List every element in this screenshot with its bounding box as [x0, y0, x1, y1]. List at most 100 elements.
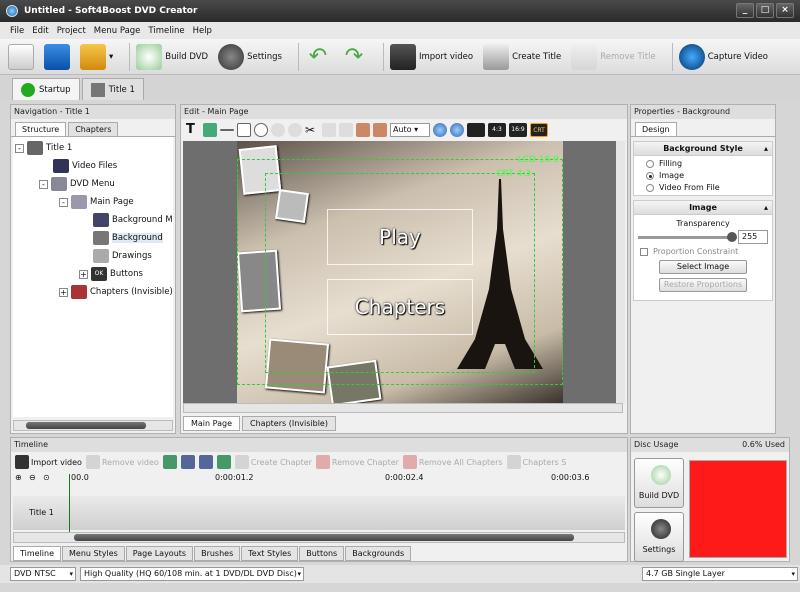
zoom-select[interactable]: Auto ▾ [390, 123, 430, 137]
transparency-value[interactable]: 255 [738, 230, 768, 244]
timeline-track[interactable]: Title 1 [13, 474, 625, 532]
timeline-ruler[interactable]: ⊕ ⊖ ⊙ 00.0 0:00:01.2 0:00:02.4 0:00:03.6 [15, 473, 623, 489]
video-format-select[interactable]: DVD NTSC ▾ [10, 567, 76, 581]
tab-design[interactable]: Design [635, 122, 677, 136]
tab-brushes[interactable]: Brushes [194, 546, 241, 561]
disc-type-select[interactable]: 4.7 GB Single Layer ▾ [642, 567, 798, 581]
menu-project[interactable]: Project [57, 26, 86, 36]
menu-edit[interactable]: Edit [32, 26, 48, 36]
image-section[interactable]: Image ▴ [634, 201, 772, 215]
scrollbar-thumb[interactable] [26, 422, 146, 429]
send-backward-icon[interactable] [373, 123, 387, 137]
tree-node-chapters-invisible[interactable]: + Chapters (Invisible) [59, 285, 173, 299]
menu-file[interactable]: File [10, 26, 24, 36]
timeline-remove-video-button[interactable]: Remove video [85, 455, 159, 469]
tree-node-dvd-menu[interactable]: - DVD Menu [39, 177, 115, 191]
expand-icon[interactable]: + [59, 287, 68, 297]
tree-node-title-1[interactable]: - Title 1 [15, 141, 72, 155]
collapse-caret-icon[interactable]: ▴ [764, 142, 768, 156]
maximize-button[interactable]: □ [756, 3, 774, 18]
menu-menu-page[interactable]: Menu Page [94, 26, 141, 36]
menu-background-image[interactable]: LCD 16:9 CRT 4:3 Play Chapters [237, 141, 563, 403]
select-image-button[interactable]: Select Image [659, 260, 747, 274]
bring-forward-icon[interactable] [356, 123, 370, 137]
chapters-settings-button[interactable]: Chapters S [506, 455, 566, 469]
zoom-fit-icon[interactable]: ⊙ [43, 473, 50, 482]
radio-filling[interactable]: Filling [646, 159, 772, 168]
collapse-icon[interactable]: - [15, 143, 24, 153]
line-tool-icon[interactable] [220, 129, 234, 131]
playhead[interactable] [69, 474, 70, 532]
save-project-button[interactable] [44, 43, 70, 70]
zoom-in-icon[interactable] [433, 123, 447, 137]
restore-proportions-button[interactable]: Restore Proportions [659, 278, 747, 292]
tree-node-background[interactable]: Background [93, 231, 163, 245]
tree-node-buttons[interactable]: + OK Buttons [79, 267, 143, 281]
tree-horizontal-scrollbar[interactable] [13, 420, 173, 431]
tree-node-video-files[interactable]: Video Files [53, 159, 117, 173]
safe-area-toggle-icon[interactable] [467, 123, 485, 137]
paste-icon[interactable] [339, 123, 353, 137]
transparency-slider[interactable] [638, 231, 737, 242]
quality-select[interactable]: High Quality (HQ 60/108 min. at 1 DVD/DL… [80, 567, 304, 581]
tab-structure[interactable]: Structure [15, 122, 67, 136]
tab-text-styles[interactable]: Text Styles [241, 546, 299, 561]
menu-button-chapters[interactable]: Chapters [327, 279, 473, 335]
remove-title-button[interactable]: Remove Title [571, 43, 656, 70]
minimize-button[interactable]: _ [736, 3, 754, 18]
text-tool-icon[interactable]: T [186, 123, 200, 137]
remove-all-chapters-button[interactable]: Remove All Chapters [402, 455, 503, 469]
redo-button[interactable]: ↷ [341, 44, 367, 70]
radio-image[interactable]: Image [646, 171, 772, 180]
tab-chapters[interactable]: Chapters [68, 122, 119, 136]
copy-icon[interactable] [322, 123, 336, 137]
ellipse-tool-icon[interactable] [254, 123, 268, 137]
trim-icon[interactable] [216, 455, 231, 469]
close-button[interactable]: × [776, 3, 794, 18]
tab-startup[interactable]: Startup [12, 78, 80, 100]
collapse-caret-icon[interactable]: ▴ [764, 201, 768, 215]
menu-timeline[interactable]: Timeline [148, 26, 184, 36]
collapse-icon[interactable]: - [59, 197, 68, 207]
menu-canvas[interactable]: LCD 16:9 CRT 4:3 Play Chapters [183, 141, 623, 403]
image-tool-icon[interactable] [203, 123, 217, 137]
open-project-button[interactable]: ▾ [80, 43, 113, 70]
disc-settings-button[interactable]: Settings [634, 512, 684, 562]
tab-title-1[interactable]: Title 1 [81, 78, 144, 100]
disc-build-dvd-button[interactable]: Build DVD [634, 458, 684, 508]
cut-icon[interactable]: ✂ [305, 123, 319, 137]
split-icon[interactable] [162, 455, 177, 469]
page-tab-chapters[interactable]: Chapters (Invisible) [242, 416, 336, 431]
background-style-section[interactable]: Background Style ▴ [634, 142, 772, 156]
undo-button[interactable]: ↶ [305, 44, 331, 70]
canvas-horizontal-scrollbar[interactable] [183, 403, 623, 413]
tab-buttons[interactable]: Buttons [299, 546, 345, 561]
canvas-vertical-scrollbar[interactable] [616, 141, 625, 403]
crt-button[interactable]: CRT [530, 123, 548, 137]
slider-thumb[interactable] [727, 231, 737, 242]
zoom-out-icon[interactable]: ⊖ [29, 473, 36, 482]
tree-node-drawings[interactable]: Drawings [93, 249, 152, 263]
aspect-16-9-button[interactable]: 16:9 [509, 123, 527, 137]
settings-button[interactable]: Settings [218, 43, 282, 70]
tab-page-layouts[interactable]: Page Layouts [125, 546, 194, 561]
collapse-icon[interactable]: - [39, 179, 48, 189]
new-project-button[interactable] [8, 43, 34, 70]
tree-node-background-music[interactable]: Background M [93, 213, 173, 227]
scrollbar-thumb[interactable] [74, 534, 574, 541]
timeline-horizontal-scrollbar[interactable] [13, 532, 625, 543]
tab-menu-styles[interactable]: Menu Styles [62, 546, 125, 561]
rectangle-tool-icon[interactable] [237, 123, 251, 137]
remove-chapter-button[interactable]: Remove Chapter [315, 455, 399, 469]
zoom-out-icon[interactable] [450, 123, 464, 137]
create-chapter-button[interactable]: Create Chapter [234, 455, 312, 469]
pie-tool-icon[interactable] [288, 123, 302, 137]
tree-node-main-page[interactable]: - Main Page [59, 195, 134, 209]
arc-tool-icon[interactable] [271, 123, 285, 137]
rotate-right-icon[interactable] [198, 455, 213, 469]
zoom-in-icon[interactable]: ⊕ [15, 473, 22, 482]
create-title-button[interactable]: Create Title [483, 43, 561, 70]
expand-icon[interactable]: + [79, 269, 88, 279]
proportion-constraint-checkbox[interactable]: Proportion Constraint [640, 247, 772, 256]
import-video-button[interactable]: Import video [389, 43, 473, 70]
